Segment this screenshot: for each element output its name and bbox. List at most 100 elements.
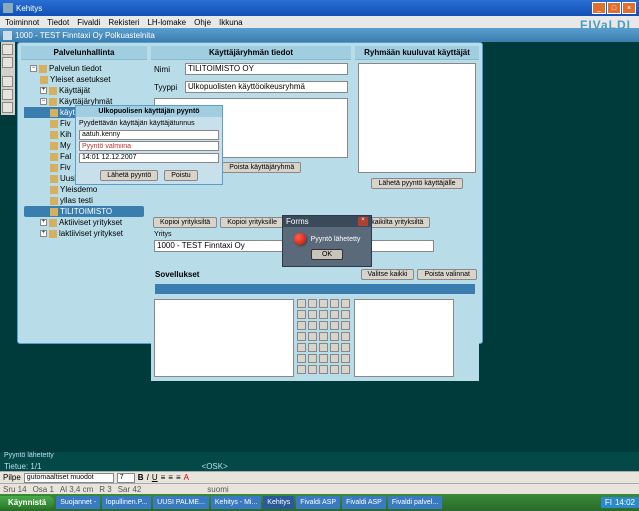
ok-button[interactable]: OK bbox=[311, 249, 343, 260]
poista-ryhma-button[interactable]: Poista käyttäjäryhmä bbox=[222, 162, 301, 173]
menu-lh[interactable]: LH-lomake bbox=[147, 18, 186, 27]
taskbar-item[interactable]: lopullinen.P... bbox=[102, 496, 151, 509]
checkbox[interactable] bbox=[341, 321, 350, 330]
tool-5[interactable] bbox=[2, 102, 13, 113]
tree-root[interactable]: −Palvelun tiedot bbox=[24, 63, 144, 74]
menu-toiminnot[interactable]: Toiminnot bbox=[5, 18, 39, 27]
system-tray[interactable]: FI 14:02 bbox=[601, 497, 639, 508]
checkbox[interactable] bbox=[319, 321, 328, 330]
forms-close-button[interactable]: × bbox=[358, 217, 368, 226]
checkbox[interactable] bbox=[308, 343, 317, 352]
checkbox[interactable] bbox=[330, 343, 339, 352]
checkbox[interactable] bbox=[341, 332, 350, 341]
bold-icon[interactable]: B bbox=[138, 473, 144, 482]
checkbox[interactable] bbox=[330, 321, 339, 330]
checkbox[interactable] bbox=[341, 299, 350, 308]
taskbar-item[interactable]: Fivaldi ASP bbox=[296, 496, 340, 509]
tool-3[interactable] bbox=[2, 76, 13, 87]
close-button[interactable]: × bbox=[622, 2, 636, 14]
collapse-icon[interactable]: − bbox=[30, 65, 37, 72]
nimi-input[interactable]: TILITOIMISTO OY bbox=[185, 63, 348, 75]
sovellukset-list-left[interactable] bbox=[154, 299, 294, 377]
taskbar-item-active[interactable]: Kehitys bbox=[263, 496, 294, 509]
checkbox[interactable] bbox=[297, 321, 306, 330]
tool-4[interactable] bbox=[2, 89, 13, 100]
maximize-button[interactable]: □ bbox=[607, 2, 621, 14]
checkbox[interactable] bbox=[308, 321, 317, 330]
kopioi-yrityksilta-button[interactable]: Kopioi yrityksiltä bbox=[153, 217, 217, 228]
kopioi-yrityksille-button[interactable]: Kopioi yrityksille bbox=[220, 217, 284, 228]
expand-icon[interactable]: + bbox=[40, 219, 47, 226]
checkbox[interactable] bbox=[308, 354, 317, 363]
checkbox[interactable] bbox=[341, 310, 350, 319]
expand-icon[interactable]: + bbox=[40, 230, 47, 237]
language-indicator[interactable]: FI bbox=[605, 498, 612, 507]
align-center-icon[interactable]: ≡ bbox=[168, 473, 173, 482]
checkbox[interactable] bbox=[319, 354, 328, 363]
tool-1[interactable] bbox=[2, 44, 13, 55]
checkbox[interactable] bbox=[297, 354, 306, 363]
tree-item[interactable]: yllas testi bbox=[24, 195, 144, 206]
taskbar-item[interactable]: Kehitys - Mi... bbox=[211, 496, 261, 509]
tree-item[interactable]: +Käyttäjät bbox=[24, 85, 144, 96]
checkbox[interactable] bbox=[330, 332, 339, 341]
tree-item[interactable]: Yleisdemo bbox=[24, 184, 144, 195]
expand-icon[interactable]: + bbox=[40, 87, 47, 94]
tyyppi-select[interactable]: Ulkopuolisten käyttöoikeusryhmä bbox=[185, 81, 348, 93]
checkbox[interactable] bbox=[330, 310, 339, 319]
style-select[interactable]: gutomaaltiset muodot bbox=[24, 473, 114, 483]
users-listbox[interactable] bbox=[358, 63, 476, 173]
checkbox[interactable] bbox=[341, 354, 350, 363]
laheta-pyynto-dialog-button[interactable]: Lähetä pyyntö bbox=[100, 170, 158, 181]
checkbox[interactable] bbox=[341, 365, 350, 374]
poistu-button[interactable]: Poistu bbox=[164, 170, 197, 181]
menu-tiedot[interactable]: Tiedot bbox=[47, 18, 69, 27]
checkbox[interactable] bbox=[330, 354, 339, 363]
valitse-kaikki-button[interactable]: Valitse kaikki bbox=[361, 269, 415, 280]
checkbox[interactable] bbox=[319, 299, 328, 308]
checkbox[interactable] bbox=[319, 343, 328, 352]
checkbox[interactable] bbox=[308, 299, 317, 308]
checkbox[interactable] bbox=[297, 332, 306, 341]
menu-rekisteri[interactable]: Rekisteri bbox=[108, 18, 139, 27]
checkbox[interactable] bbox=[330, 365, 339, 374]
align-right-icon[interactable]: ≡ bbox=[176, 473, 181, 482]
sovellukset-list-right[interactable] bbox=[354, 299, 454, 377]
checkbox[interactable] bbox=[319, 310, 328, 319]
laheta-pyynto-button[interactable]: Lähetä pyyntö käyttäjälle bbox=[371, 178, 462, 189]
taskbar-item[interactable]: Fivaldi ASP bbox=[342, 496, 386, 509]
font-color-icon[interactable]: A bbox=[184, 473, 189, 482]
tree-item[interactable]: +Aktiiviset yritykset bbox=[24, 217, 144, 228]
italic-icon[interactable]: I bbox=[147, 473, 149, 482]
checkbox[interactable] bbox=[297, 299, 306, 308]
tree-item[interactable]: Yleiset asetukset bbox=[24, 74, 144, 85]
menu-ohje[interactable]: Ohje bbox=[194, 18, 211, 27]
checkbox[interactable] bbox=[297, 343, 306, 352]
minimize-button[interactable]: _ bbox=[592, 2, 606, 14]
tree-item-selected[interactable]: TILITOIMISTO bbox=[24, 206, 144, 217]
forms-titlebar[interactable]: Forms × bbox=[283, 216, 371, 227]
menu-ikkuna[interactable]: Ikkuna bbox=[219, 18, 243, 27]
checkbox[interactable] bbox=[308, 310, 317, 319]
taskbar-item[interactable]: Fivaldi palvel... bbox=[388, 496, 442, 509]
align-left-icon[interactable]: ≡ bbox=[161, 473, 166, 482]
checkbox[interactable] bbox=[319, 332, 328, 341]
taskbar-item[interactable]: UUSI PALME... bbox=[153, 496, 209, 509]
font-size-select[interactable]: 7 bbox=[117, 473, 135, 483]
menu-fivaldi[interactable]: Fivaldi bbox=[77, 18, 100, 27]
collapse-icon[interactable]: − bbox=[40, 98, 47, 105]
username-input[interactable] bbox=[79, 130, 219, 140]
checkbox[interactable] bbox=[308, 365, 317, 374]
start-button[interactable]: Käynnistä bbox=[0, 496, 54, 509]
taskbar-item[interactable]: Suojannet - bbox=[56, 496, 100, 509]
checkbox[interactable] bbox=[297, 310, 306, 319]
checkbox[interactable] bbox=[341, 343, 350, 352]
checkbox[interactable] bbox=[330, 299, 339, 308]
checkbox[interactable] bbox=[319, 365, 328, 374]
poista-valinnat-button[interactable]: Poista valinnat bbox=[417, 269, 477, 280]
underline-icon[interactable]: U bbox=[152, 473, 158, 482]
tree-item[interactable]: +laktiiviset yritykset bbox=[24, 228, 144, 239]
tool-2[interactable] bbox=[2, 57, 13, 68]
checkbox[interactable] bbox=[297, 365, 306, 374]
checkbox[interactable] bbox=[308, 332, 317, 341]
